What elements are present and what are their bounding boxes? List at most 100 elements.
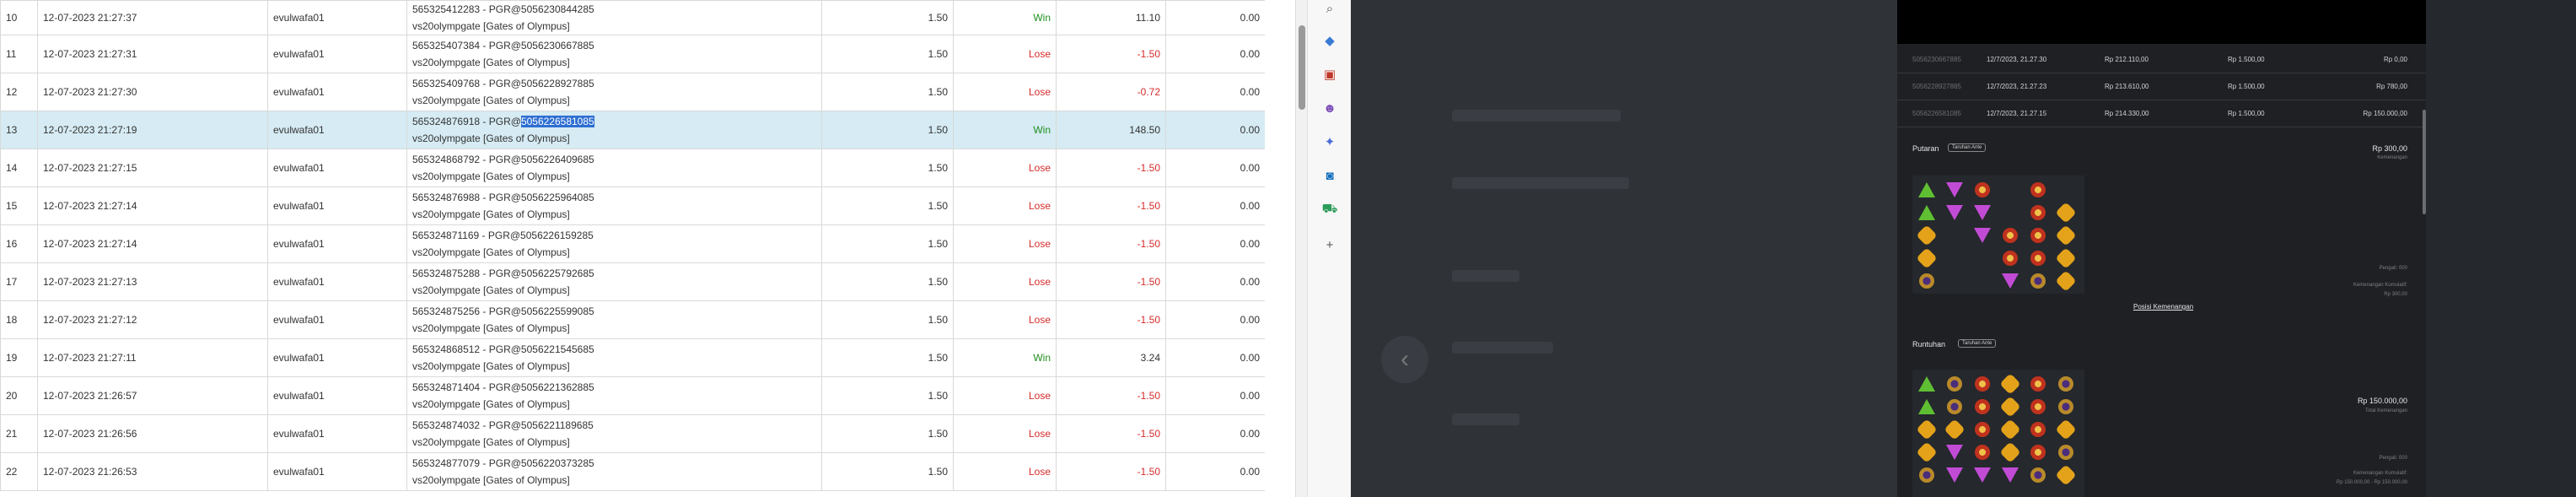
reel-symbol-icon [1916, 224, 1938, 246]
tx-id: 565324876988 - PGR@5056225964085 [412, 192, 594, 203]
win-lose-amount: 11.10 [1056, 0, 1166, 35]
table-row[interactable]: 22 12-07-2023 21:26:53 evulwafa01 565324877… [0, 452, 1265, 491]
bet-result: Lose [953, 452, 1057, 491]
bet-amount: 1.50 [821, 111, 954, 149]
table-row[interactable]: 20 12-07-2023 21:26:57 evulwafa01 565324871… [0, 376, 1265, 415]
reel-symbol-icon [1999, 373, 2021, 395]
bet-amount: 1.50 [821, 0, 954, 35]
reel-symbol-icon [1944, 441, 1966, 463]
spin-amount: Rp 300,00 [2372, 144, 2407, 153]
reel-symbol-icon [2055, 224, 2077, 246]
reel-symbol-icon [1916, 464, 1938, 486]
bet-datetime: 12-07-2023 21:27:11 [37, 338, 268, 377]
reel-symbol-icon [2055, 464, 2077, 486]
faint-bar [1452, 270, 1519, 282]
tx-id: 565325407384 - PGR@5056230667885 [412, 40, 594, 51]
table-row[interactable]: 12 12-07-2023 21:27:30 evulwafa01 565325409… [0, 73, 1265, 111]
reel-symbol-icon [2055, 247, 2077, 269]
tag-icon[interactable]: ◆ [1321, 32, 1338, 49]
extra-amount: 0.00 [1165, 452, 1265, 491]
username: evulwafa01 [267, 224, 407, 263]
history-row[interactable]: 5056228927885 12/7/2023, 21.27.23 Rp 213.6… [1897, 73, 2426, 100]
table-row[interactable]: 17 12-07-2023 21:27:13 evulwafa01 565324875… [0, 262, 1265, 301]
spin-title: Putaran [1912, 144, 1939, 153]
table-row[interactable]: 11 12-07-2023 21:27:31 evulwafa01 565325407… [0, 35, 1265, 73]
copilot-icon[interactable]: ✦ [1321, 133, 1338, 150]
win-lose-amount: -1.50 [1056, 300, 1166, 339]
reel-symbol-icon [1916, 419, 1938, 440]
win-lose-amount: -1.50 [1056, 376, 1166, 415]
winning-position-link[interactable]: Posisi Kemenangan [2133, 303, 2193, 311]
reel-symbol-icon [1999, 419, 2021, 440]
username: evulwafa01 [267, 300, 407, 339]
win-lose-amount: -1.50 [1056, 224, 1166, 263]
table-row[interactable]: 18 12-07-2023 21:27:12 evulwafa01 565324875… [0, 300, 1265, 339]
tx-id-selected-text[interactable]: 5056226581085 [520, 116, 594, 127]
shopping-icon[interactable]: ⛟ [1321, 201, 1338, 218]
reel-symbol-icon [2027, 179, 2049, 201]
win-lose-amount: 148.50 [1056, 111, 1166, 149]
table-row[interactable]: 19 12-07-2023 21:27:11 evulwafa01 565324868… [0, 338, 1265, 377]
tumble-title: Runtuhan [1912, 340, 1946, 348]
row-number: 15 [0, 186, 38, 225]
username: evulwafa01 [267, 149, 407, 187]
extra-amount: 0.00 [1165, 35, 1265, 73]
outlook-icon[interactable]: ◙ [1321, 167, 1338, 184]
table-row[interactable]: 14 12-07-2023 21:27:15 evulwafa01 565324868… [0, 149, 1265, 187]
tx-id: 565324877079 - PGR@5056220373285 [412, 457, 594, 469]
win-lose-amount: -0.72 [1056, 73, 1166, 111]
search-icon[interactable]: ⌕ [1321, 0, 1338, 17]
game-background: ‹ [1351, 0, 1897, 497]
bet-datetime: 12-07-2023 21:27:15 [37, 149, 268, 187]
transaction-cell: 565324875288 - PGR@5056225792685 vs20olym… [406, 262, 822, 301]
bet-amount: 1.50 [821, 224, 954, 263]
table-row[interactable]: 15 12-07-2023 21:27:14 evulwafa01 565324876… [0, 186, 1265, 225]
reel-symbol-icon [2027, 464, 2049, 486]
bet-result: Lose [953, 224, 1057, 263]
tx-id-prefix: 565324876918 - PGR@ [412, 116, 521, 127]
tumble-note: Kemenangan Kumulatif: [2353, 471, 2407, 476]
game-name: vs20olympgate [Gates of Olympus] [412, 398, 570, 410]
round-bet: Rp 1.500,00 [2228, 56, 2265, 63]
add-icon[interactable]: + [1321, 236, 1338, 253]
tumble-badge: Taruhan Ante [1958, 339, 1997, 348]
transaction-cell: 565324868792 - PGR@5056226409685 vs20olym… [406, 149, 822, 187]
extra-amount: 0.00 [1165, 224, 1265, 263]
reel-symbol-icon [2027, 270, 2049, 292]
round-win: Rp 780,00 [2376, 83, 2407, 90]
bet-datetime: 12-07-2023 21:27:14 [37, 224, 268, 263]
game-name: vs20olympgate [Gates of Olympus] [412, 208, 570, 220]
extra-amount: 0.00 [1165, 376, 1265, 415]
back-button[interactable]: ‹ [1381, 336, 1428, 383]
history-row[interactable]: 5056226581085 12/7/2023, 21.27.15 Rp 214.3… [1897, 100, 2426, 127]
row-number: 13 [0, 111, 38, 149]
reel-symbol-icon [1971, 224, 1993, 246]
history-row[interactable]: 5056230667885 12/7/2023, 21.27.30 Rp 212.1… [1897, 46, 2426, 73]
username: evulwafa01 [267, 35, 407, 73]
reel-symbol-icon [1999, 247, 2021, 269]
bet-datetime: 12-07-2023 21:27:30 [37, 73, 268, 111]
reel-symbol-icon [2055, 419, 2077, 440]
scrollbar-thumb[interactable] [1299, 25, 1305, 110]
round-win: Rp 150.000,00 [2363, 110, 2408, 117]
bet-datetime: 12-07-2023 21:26:57 [37, 376, 268, 415]
table-row[interactable]: 13 12-07-2023 21:27:19 evulwafa01 565324876… [0, 111, 1265, 149]
briefcase-icon[interactable]: ▣ [1321, 66, 1338, 83]
bet-result: Lose [953, 376, 1057, 415]
table-row[interactable]: 21 12-07-2023 21:26:56 evulwafa01 565324874… [0, 414, 1265, 453]
bet-amount: 1.50 [821, 73, 954, 111]
tumble-amount: Rp 150.000,00 [2357, 397, 2407, 405]
table-row[interactable]: 10 12-07-2023 21:27:37 evulwafa01 565325412… [0, 0, 1265, 35]
extra-amount: 0.00 [1165, 149, 1265, 187]
table-row[interactable]: 16 12-07-2023 21:27:14 evulwafa01 565324871… [0, 224, 1265, 263]
screen: 10 12-07-2023 21:27:37 evulwafa01 565325412… [0, 0, 2576, 497]
tx-id: 565325412283 - PGR@5056230844285 [412, 3, 594, 15]
reel-symbol-icon [1971, 202, 1993, 224]
game-name: vs20olympgate [Gates of Olympus] [412, 20, 570, 32]
row-number: 17 [0, 262, 38, 301]
people-icon[interactable]: ☻ [1321, 100, 1338, 116]
reel-symbol-icon [1916, 202, 1938, 224]
table-scrollbar[interactable] [1295, 0, 1307, 497]
reel-symbol-icon [2055, 396, 2077, 418]
round-date: 12/7/2023, 21.27.15 [1987, 110, 2047, 117]
